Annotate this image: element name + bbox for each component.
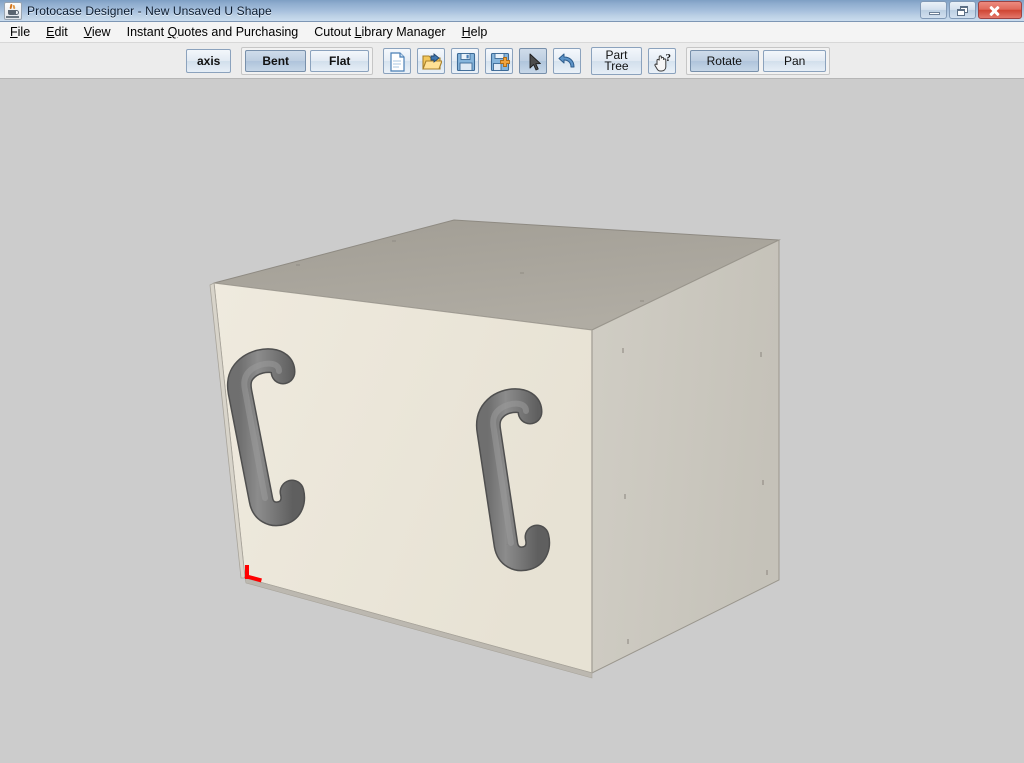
menu-item-cutout-rest: ibrary Manager <box>361 25 446 39</box>
menu-item-help[interactable]: Help <box>454 23 496 41</box>
application-window: Protocase Designer - New Unsaved U Shape… <box>0 0 1024 763</box>
menu-item-edit[interactable]: Edit <box>38 23 76 41</box>
menu-item-edit-rest: dit <box>54 25 68 39</box>
java-coffee-cup-icon <box>4 1 22 20</box>
window-title: Protocase Designer - New Unsaved U Shape <box>27 3 272 18</box>
open-folder-icon[interactable] <box>417 47 446 74</box>
window-controls <box>920 1 1022 19</box>
axis-button[interactable]: axis <box>186 48 232 73</box>
model-front-face <box>213 282 593 674</box>
menu-item-instant-quotes-and-purchasing[interactable]: Instant Quotes and Purchasing <box>119 23 307 41</box>
new-document-icon[interactable] <box>383 47 412 74</box>
save-as-icon[interactable] <box>485 47 514 74</box>
toolbar: axis Bent Flat Part Tree ? Rotate Pan <box>0 43 1024 79</box>
title-bar: Protocase Designer - New Unsaved U Shape <box>0 0 1024 22</box>
undo-icon[interactable] <box>553 47 582 74</box>
save-icon[interactable] <box>451 47 480 74</box>
menu-item-help-rest: elp <box>470 25 488 39</box>
part-tree-button[interactable]: Part Tree <box>591 46 642 75</box>
navigation-mode-group: Rotate Pan <box>685 46 831 75</box>
flat-button[interactable]: Flat <box>310 49 370 72</box>
3d-viewport[interactable] <box>0 79 1024 763</box>
minimize-icon <box>929 12 940 15</box>
bent-button[interactable]: Bent <box>245 49 307 72</box>
menu-bar: File Edit View Instant Quotes and Purcha… <box>0 22 1024 43</box>
menu-item-file-rest: ile <box>17 25 31 39</box>
menu-item-file[interactable]: File <box>2 23 38 41</box>
restore-icon-front <box>957 9 965 16</box>
whats-this-help-icon[interactable]: ? <box>647 47 676 74</box>
pan-button[interactable]: Pan <box>762 49 827 72</box>
model-canvas[interactable] <box>0 79 1024 763</box>
restore-button[interactable] <box>949 1 976 19</box>
part-tree-label-line2: Tree <box>604 58 629 73</box>
view-mode-group: Bent Flat <box>241 46 374 75</box>
menu-item-cutout-library-manager[interactable]: Cutout Library Manager <box>306 23 453 41</box>
select-arrow-icon[interactable] <box>519 47 548 74</box>
rotate-button[interactable]: Rotate <box>689 49 759 72</box>
menu-item-quotes-rest: uotes and Purchasing <box>177 25 299 39</box>
menu-item-view[interactable]: View <box>76 23 119 41</box>
close-button[interactable] <box>978 1 1022 19</box>
menu-item-view-rest: iew <box>91 25 111 39</box>
minimize-button[interactable] <box>920 1 947 19</box>
svg-text:?: ? <box>665 52 671 64</box>
